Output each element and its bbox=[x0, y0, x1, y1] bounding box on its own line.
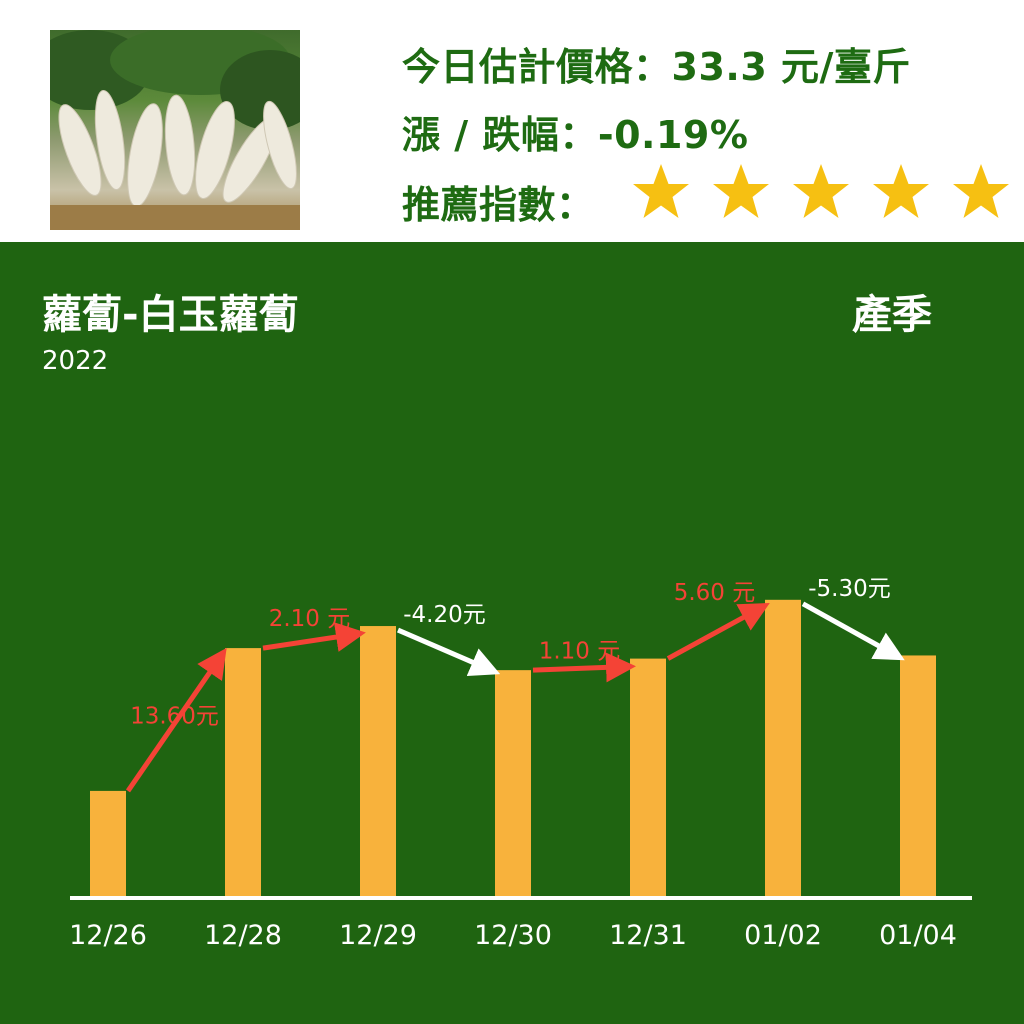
change-label: 13.60元 bbox=[130, 704, 219, 730]
rating-label: 推薦指數： bbox=[402, 183, 595, 227]
change-label: 2.10 元 bbox=[269, 606, 351, 632]
white-radish-photo bbox=[50, 30, 300, 230]
change-label: 漲 / 跌幅： bbox=[402, 113, 598, 157]
x-tick-label: 12/29 bbox=[339, 920, 417, 951]
x-tick-label: 12/31 bbox=[609, 920, 687, 951]
bar bbox=[360, 626, 396, 898]
x-tick-label: 12/26 bbox=[69, 920, 147, 951]
header-section: 今日估計價格：33.3 元/臺斤 漲 / 跌幅：-0.19% 推薦指數： bbox=[0, 0, 1024, 242]
change-value: -0.19% bbox=[597, 113, 749, 157]
x-tick-label: 01/04 bbox=[879, 920, 957, 951]
x-tick-label: 12/28 bbox=[204, 920, 282, 951]
recommend-rating: 推薦指數： bbox=[402, 174, 595, 229]
price-value: 33.3 元/臺斤 bbox=[671, 45, 911, 89]
change-label: 1.10 元 bbox=[539, 639, 621, 665]
bar bbox=[90, 790, 126, 898]
increase-arrow bbox=[666, 603, 770, 661]
star-icon bbox=[630, 162, 692, 222]
change-label: 5.60 元 bbox=[674, 580, 756, 606]
x-tick-label: 01/02 bbox=[744, 920, 822, 951]
change-label: -4.20元 bbox=[403, 602, 486, 628]
price-bar-chart: 12/26 12/28 12/29 12/30 12/31 01/02 01/04 13.60… bbox=[69, 576, 972, 951]
x-tick-label: 12/30 bbox=[474, 920, 552, 951]
bar bbox=[765, 599, 801, 898]
estimated-price: 今日估計價格：33.3 元/臺斤 bbox=[402, 36, 911, 91]
star-icon bbox=[710, 162, 772, 222]
increase-arrow bbox=[262, 622, 366, 652]
bar bbox=[495, 670, 531, 898]
bar bbox=[225, 648, 261, 898]
bar bbox=[900, 655, 936, 898]
star-icon bbox=[950, 162, 1012, 222]
price-label: 今日估計價格： bbox=[402, 45, 672, 89]
change-label: -5.30元 bbox=[808, 576, 891, 602]
decrease-arrow bbox=[801, 601, 905, 661]
bar bbox=[630, 658, 666, 898]
star-icon bbox=[870, 162, 932, 222]
increase-arrow bbox=[532, 652, 636, 683]
decrease-arrow bbox=[397, 627, 501, 677]
star-icon bbox=[790, 162, 852, 222]
price-change: 漲 / 跌幅：-0.19% bbox=[402, 104, 748, 159]
